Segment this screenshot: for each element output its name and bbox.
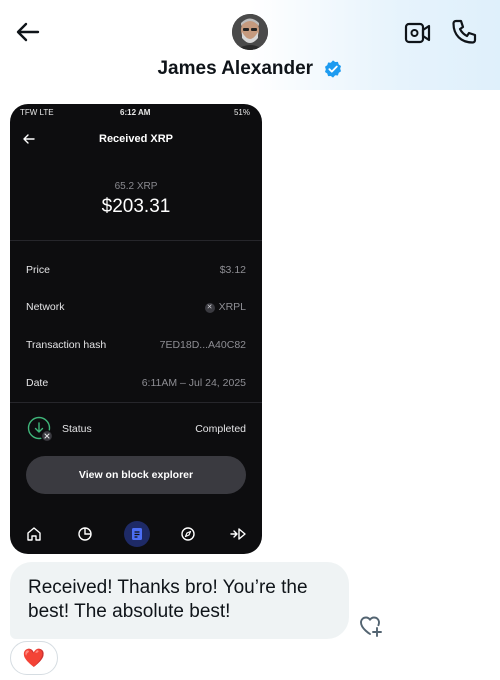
heart-reaction[interactable]: ❤️ — [10, 641, 58, 675]
video-call-icon[interactable] — [404, 20, 432, 46]
send-receive-icon — [230, 528, 246, 540]
row-label: Transaction hash — [26, 339, 107, 351]
divider — [10, 240, 262, 241]
row-value: 7ED18D...A40C82 — [159, 339, 246, 351]
received-status-icon — [27, 416, 54, 443]
contact-name: James Alexander — [157, 58, 314, 79]
amount-fiat: $203.31 — [101, 196, 171, 217]
row-value-wrap: ✕ XRPL — [204, 301, 246, 313]
row-label: Price — [26, 264, 50, 276]
activity-icon — [132, 528, 142, 540]
status-bar-time: 6:12 AM — [120, 108, 151, 117]
row-value: 6:11AM – Jul 24, 2025 — [141, 377, 246, 389]
avatar[interactable] — [232, 14, 268, 50]
arrow-left-icon[interactable] — [14, 18, 42, 46]
status-bar-battery: 51% — [233, 108, 250, 117]
conversation-header: James Alexander — [0, 0, 500, 90]
status-bar-carrier: TFW LTE — [20, 108, 54, 117]
verified-badge-icon — [324, 60, 341, 78]
message-bubble[interactable]: Received! Thanks bro! You’re the best! T… — [10, 562, 349, 639]
phone-icon[interactable] — [450, 18, 478, 46]
status-label: Status — [62, 423, 92, 435]
status-value: Completed — [195, 423, 246, 435]
row-label: Date — [26, 377, 49, 389]
explore-icon — [181, 527, 195, 541]
row-label: Network — [26, 301, 65, 313]
divider — [10, 402, 262, 403]
attached-screenshot[interactable]: TFW LTE 6:12 AM 51% Received XRP 65.2 XR… — [10, 104, 262, 554]
row-value: $3.12 — [219, 264, 246, 276]
amount-crypto: 65.2 XRP — [114, 181, 158, 192]
home-icon — [27, 527, 41, 541]
screen-title: Received XRP — [99, 133, 173, 145]
row-value: XRPL — [218, 301, 246, 313]
xrp-icon: ✕ — [204, 303, 215, 313]
reaction-emoji: ❤️ — [22, 648, 46, 668]
portfolio-icon — [78, 527, 92, 541]
heart-plus-icon[interactable] — [358, 613, 384, 639]
contact-title: James Alexander — [0, 58, 500, 80]
view-block-explorer-button: View on block explorer — [26, 456, 246, 494]
message-text: Received! Thanks bro! You’re the best! T… — [28, 577, 308, 622]
